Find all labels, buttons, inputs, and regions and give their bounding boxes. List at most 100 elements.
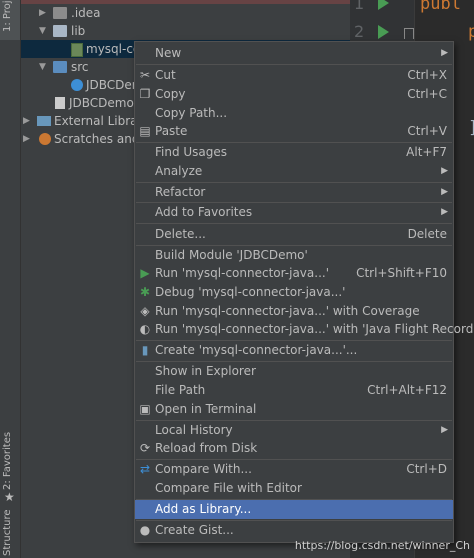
menu-item-shortcut: Ctrl+C [407, 87, 447, 101]
menu-item-new[interactable]: New ▶ [135, 44, 453, 63]
menu-item-label: Local History [155, 423, 233, 437]
menu-item-find-usages[interactable]: Find Usages Alt+F7 [135, 143, 453, 162]
menu-item-label: Reload from Disk [155, 441, 258, 455]
submenu-arrow-icon: ▶ [441, 48, 448, 58]
tab-project[interactable]: 1: Project [0, 0, 20, 40]
submenu-arrow-icon: ▶ [441, 425, 448, 435]
menu-item-shortcut: Ctrl+Shift+F10 [356, 266, 447, 280]
reload-icon: ⟳ [139, 441, 151, 455]
code-line-2: p [468, 22, 474, 42]
menu-item-add-to-favorites[interactable]: Add to Favorites ▶ [135, 203, 453, 222]
run-icon[interactable] [378, 0, 389, 10]
menu-item-label: Analyze [155, 164, 203, 178]
menu-item-add-as-library[interactable]: Add as Library... [135, 500, 453, 519]
coverage-icon: ◈ [140, 304, 150, 318]
terminal-icon: ▣ [139, 402, 151, 416]
menu-item-debug[interactable]: ✱ Debug 'mysql-connector-java...' [135, 283, 453, 302]
watermark: https://blog.csdn.net/winner_Ch [294, 539, 470, 552]
submenu-arrow-icon: ▶ [441, 166, 448, 176]
menu-item-label: Build Module 'JDBCDemo' [155, 248, 308, 262]
menu-item-create-gist[interactable]: ● Create Gist... [135, 521, 453, 540]
module-file-icon [55, 97, 65, 109]
menu-item-label: Run 'mysql-connector-java...' with Cover… [155, 304, 420, 318]
menu-item-label: Show in Explorer [155, 364, 256, 378]
menu-item-shortcut: Ctrl+Alt+F12 [367, 383, 447, 397]
menu-item-run[interactable]: ▶ Run 'mysql-connector-java...' Ctrl+Shi… [135, 264, 453, 283]
menu-item-compare-editor[interactable]: Compare File with Editor [135, 479, 453, 498]
menu-item-run-jfr[interactable]: ◐ Run 'mysql-connector-java...' with 'Ja… [135, 320, 474, 339]
menu-item-label: Cut [155, 68, 176, 82]
tree-row-lib[interactable]: ▼ lib [21, 22, 350, 40]
menu-separator [136, 64, 452, 65]
menu-item-label: Run 'mysql-connector-java...' with 'Java… [155, 322, 474, 336]
menu-item-label: Refactor [155, 185, 206, 199]
menu-item-file-path[interactable]: File Path Ctrl+Alt+F12 [135, 381, 453, 400]
tree-row-label: lib [71, 24, 86, 38]
menu-item-shortcut: Ctrl+V [407, 124, 447, 138]
line-number: 2 [354, 22, 365, 41]
menu-item-label: Open in Terminal [155, 402, 257, 416]
menu-item-local-history[interactable]: Local History ▶ [135, 421, 453, 440]
copy-icon: ❐ [139, 87, 151, 101]
menu-item-label: Copy Path... [155, 106, 228, 120]
menu-item-shortcut: Delete [407, 227, 447, 241]
jar-icon [71, 43, 83, 57]
profiler-icon: ◐ [139, 322, 151, 336]
menu-item-refactor[interactable]: Refactor ▶ [135, 183, 453, 202]
menu-item-paste[interactable]: ▤ Paste Ctrl+V [135, 122, 453, 141]
scissors-icon: ✂ [139, 68, 151, 82]
menu-item-label: Paste [155, 124, 188, 138]
tree-row-idea[interactable]: ▶ .idea [21, 4, 350, 22]
menu-item-show-in-explorer[interactable]: Show in Explorer [135, 362, 453, 381]
menu-item-run-coverage[interactable]: ◈ Run 'mysql-connector-java...' with Cov… [135, 302, 453, 321]
menu-item-label: File Path [155, 383, 206, 397]
menu-item-copy-path[interactable]: Copy Path... [135, 104, 453, 123]
menu-item-label: Create 'mysql-connector-java...'... [155, 343, 358, 357]
menu-item-reload[interactable]: ⟳ Reload from Disk [135, 439, 453, 458]
star-icon: ★ [4, 490, 15, 504]
library-icon [37, 116, 51, 126]
menu-item-copy[interactable]: ❐ Copy Ctrl+C [135, 85, 453, 104]
menu-item-label: Find Usages [155, 145, 228, 159]
folder-icon [53, 25, 67, 37]
context-menu: New ▶ ✂ Cut Ctrl+X ❐ Copy Ctrl+C Copy Pa… [134, 41, 474, 543]
chevron-down-icon[interactable]: ▼ [39, 58, 46, 76]
github-icon: ● [139, 523, 151, 537]
chevron-right-icon[interactable]: ▶ [39, 4, 46, 22]
tree-row-label: src [71, 60, 89, 74]
left-tool-strip: 1: Project 2: Favorites ★ Structure [0, 0, 21, 558]
compare-icon: ⇄ [139, 462, 151, 476]
menu-item-open-terminal[interactable]: ▣ Open in Terminal [135, 400, 453, 419]
menu-item-label: Copy [155, 87, 186, 101]
submenu-arrow-icon: ▶ [441, 207, 448, 217]
java-class-icon [71, 79, 83, 91]
menu-item-delete[interactable]: Delete... Delete [135, 225, 453, 244]
menu-item-label: Compare File with Editor [155, 481, 302, 495]
folder-icon [53, 7, 67, 19]
run-icon: ▶ [140, 266, 150, 280]
paste-icon: ▤ [139, 124, 151, 138]
menu-item-build-module[interactable]: Build Module 'JDBCDemo' [135, 246, 453, 265]
menu-item-label: Add as Library... [155, 502, 252, 516]
chevron-right-icon[interactable]: ▶ [23, 112, 30, 130]
menu-item-label: Delete... [155, 227, 206, 241]
menu-item-label: Add to Favorites [155, 205, 253, 219]
menu-item-label: New [155, 46, 182, 60]
tab-structure[interactable]: Structure [0, 509, 20, 558]
configuration-icon: ▮ [141, 343, 149, 357]
menu-item-create-config[interactable]: ▮ Create 'mysql-connector-java...'... [135, 341, 453, 360]
chevron-down-icon[interactable]: ▼ [39, 22, 46, 40]
menu-separator [136, 223, 452, 224]
menu-item-compare-with[interactable]: ⇄ Compare With... Ctrl+D [135, 460, 453, 479]
run-icon[interactable] [378, 25, 389, 39]
menu-item-label: Create Gist... [155, 523, 234, 537]
fold-marker-icon[interactable] [404, 28, 414, 39]
code-line-3: ] [468, 118, 474, 138]
menu-item-analyze[interactable]: Analyze ▶ [135, 162, 453, 181]
scratches-icon [39, 133, 51, 145]
menu-item-cut[interactable]: ✂ Cut Ctrl+X [135, 66, 453, 85]
menu-item-label: Debug 'mysql-connector-java...' [155, 285, 346, 299]
chevron-right-icon[interactable]: ▶ [23, 130, 30, 148]
tab-favorites-label: 2: Favorites [2, 431, 13, 490]
tree-row-label: .idea [71, 6, 101, 20]
